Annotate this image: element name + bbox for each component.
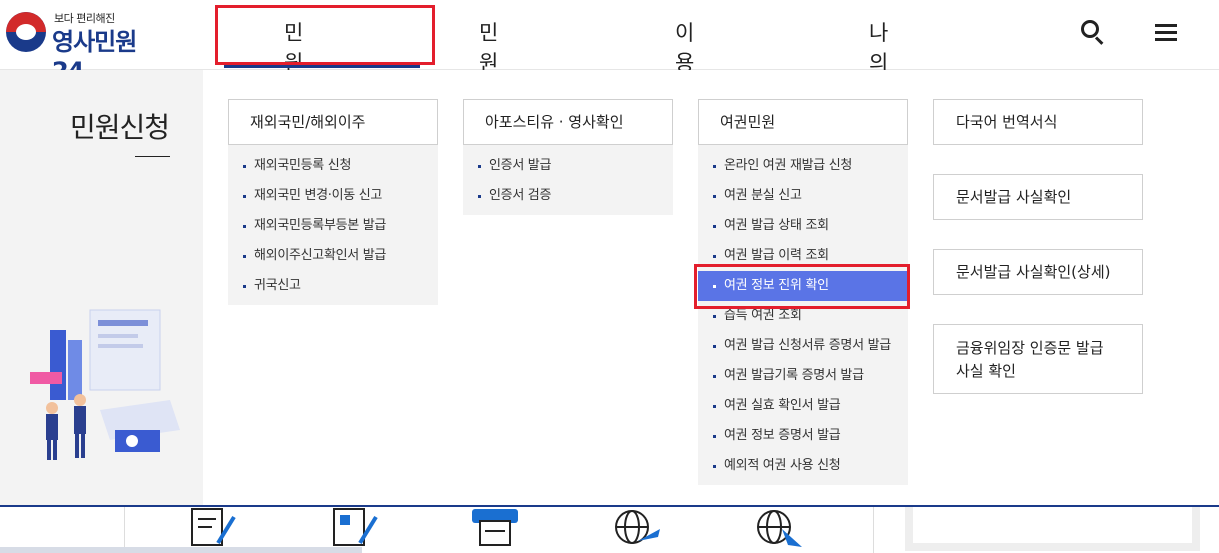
submenu-item[interactable]: 여권 발급기록 증명서 발급 [698,361,908,391]
submenu-list-passport: 온라인 여권 재발급 신청 여권 분실 신고 여권 발급 상태 조회 여권 발급… [698,145,908,485]
column-head-passport[interactable]: 여권민원 [698,99,908,145]
mega-menu-title: 민원신청 [70,111,170,144]
submenu-item[interactable]: 인증서 검증 [463,181,673,211]
submenu-item[interactable]: 예외적 여권 사용 신청 [698,451,908,481]
submenu-item[interactable]: 여권 실효 확인서 발급 [698,391,908,421]
submenu-item[interactable]: 귀국신고 [228,271,438,301]
submenu-item[interactable]: 여권 분실 신고 [698,181,908,211]
submenu-item[interactable]: 여권 발급 상태 조회 [698,211,908,241]
id-document-edit-icon[interactable] [330,507,380,551]
search-icon[interactable] [1079,18,1109,48]
title-divider [135,156,170,157]
site-logo[interactable]: 보다 편리해진 영사민원24 [6,8,166,85]
submenu-item[interactable]: 재외국민 변경·이동 신고 [228,181,438,211]
printer-icon[interactable] [470,507,520,551]
side-panel-box [905,507,1200,551]
side-button-doc-verify-detail[interactable]: 문서발급 사실확인(상세) [933,249,1143,295]
submenu-item[interactable]: 여권 정보 증명서 발급 [698,421,908,451]
side-button-translation[interactable]: 다국어 번역서식 [933,99,1143,145]
gnb-item-usage[interactable]: 이용안내 [675,18,694,135]
annotation-box-submenu [694,264,910,309]
divider [873,507,874,553]
gnb-item-my[interactable]: 나의 민원 [869,18,888,135]
column-head-apostille[interactable]: 아포스티유 · 영사확인 [463,99,673,145]
mega-menu: 민원신청 재외국민/해외이주 재외국민등록 신청 재외국민 변경·이동 신고 재… [0,70,1219,505]
hamburger-menu-icon[interactable] [1152,18,1182,48]
side-button-finance-poa-line2: 사실 확인 [956,362,1016,380]
menu-column-overseas: 재외국민/해외이주 재외국민등록 신청 재외국민 변경·이동 신고 재외국민등록… [228,99,438,305]
submenu-list-overseas: 재외국민등록 신청 재외국민 변경·이동 신고 재외국민등록부등본 발급 해외이… [228,145,438,305]
submenu-list-apostille: 인증서 발급 인증서 검증 [463,145,673,215]
gnb-active-underline [224,65,420,68]
submenu-item[interactable]: 재외국민등록부등본 발급 [228,211,438,241]
side-button-finance-poa-line1: 금융위임장 인증문 발급 [956,339,1104,357]
underlying-page [0,505,1219,553]
government-emblem-icon [6,12,46,52]
globe-airplane-icon[interactable] [612,507,662,551]
browser-status-bar [0,547,362,553]
document-edit-icon[interactable] [188,507,238,551]
office-illustration-icon [30,309,180,460]
column-head-overseas[interactable]: 재외국민/해외이주 [228,99,438,145]
submenu-item[interactable]: 인증서 발급 [463,151,673,181]
site-header: 보다 편리해진 영사민원24 민원신청 민원안내 이용안내 나의 민원 [0,0,1219,135]
submenu-item[interactable]: 온라인 여권 재발급 신청 [698,151,908,181]
side-button-doc-verify[interactable]: 문서발급 사실확인 [933,174,1143,220]
menu-column-apostille: 아포스티유 · 영사확인 인증서 발급 인증서 검증 [463,99,673,215]
submenu-item[interactable]: 해외이주신고확인서 발급 [228,241,438,271]
submenu-item[interactable]: 여권 발급 신청서류 증명서 발급 [698,331,908,361]
submenu-item[interactable]: 재외국민등록 신청 [228,151,438,181]
globe-flight-icon[interactable] [754,507,804,551]
gnb-item-guide[interactable]: 민원안내 [479,18,498,135]
side-button-finance-poa[interactable]: 금융위임장 인증문 발급 사실 확인 [933,324,1143,394]
annotation-box-gnb [215,5,435,65]
mega-menu-sidebar: 민원신청 [0,70,203,505]
